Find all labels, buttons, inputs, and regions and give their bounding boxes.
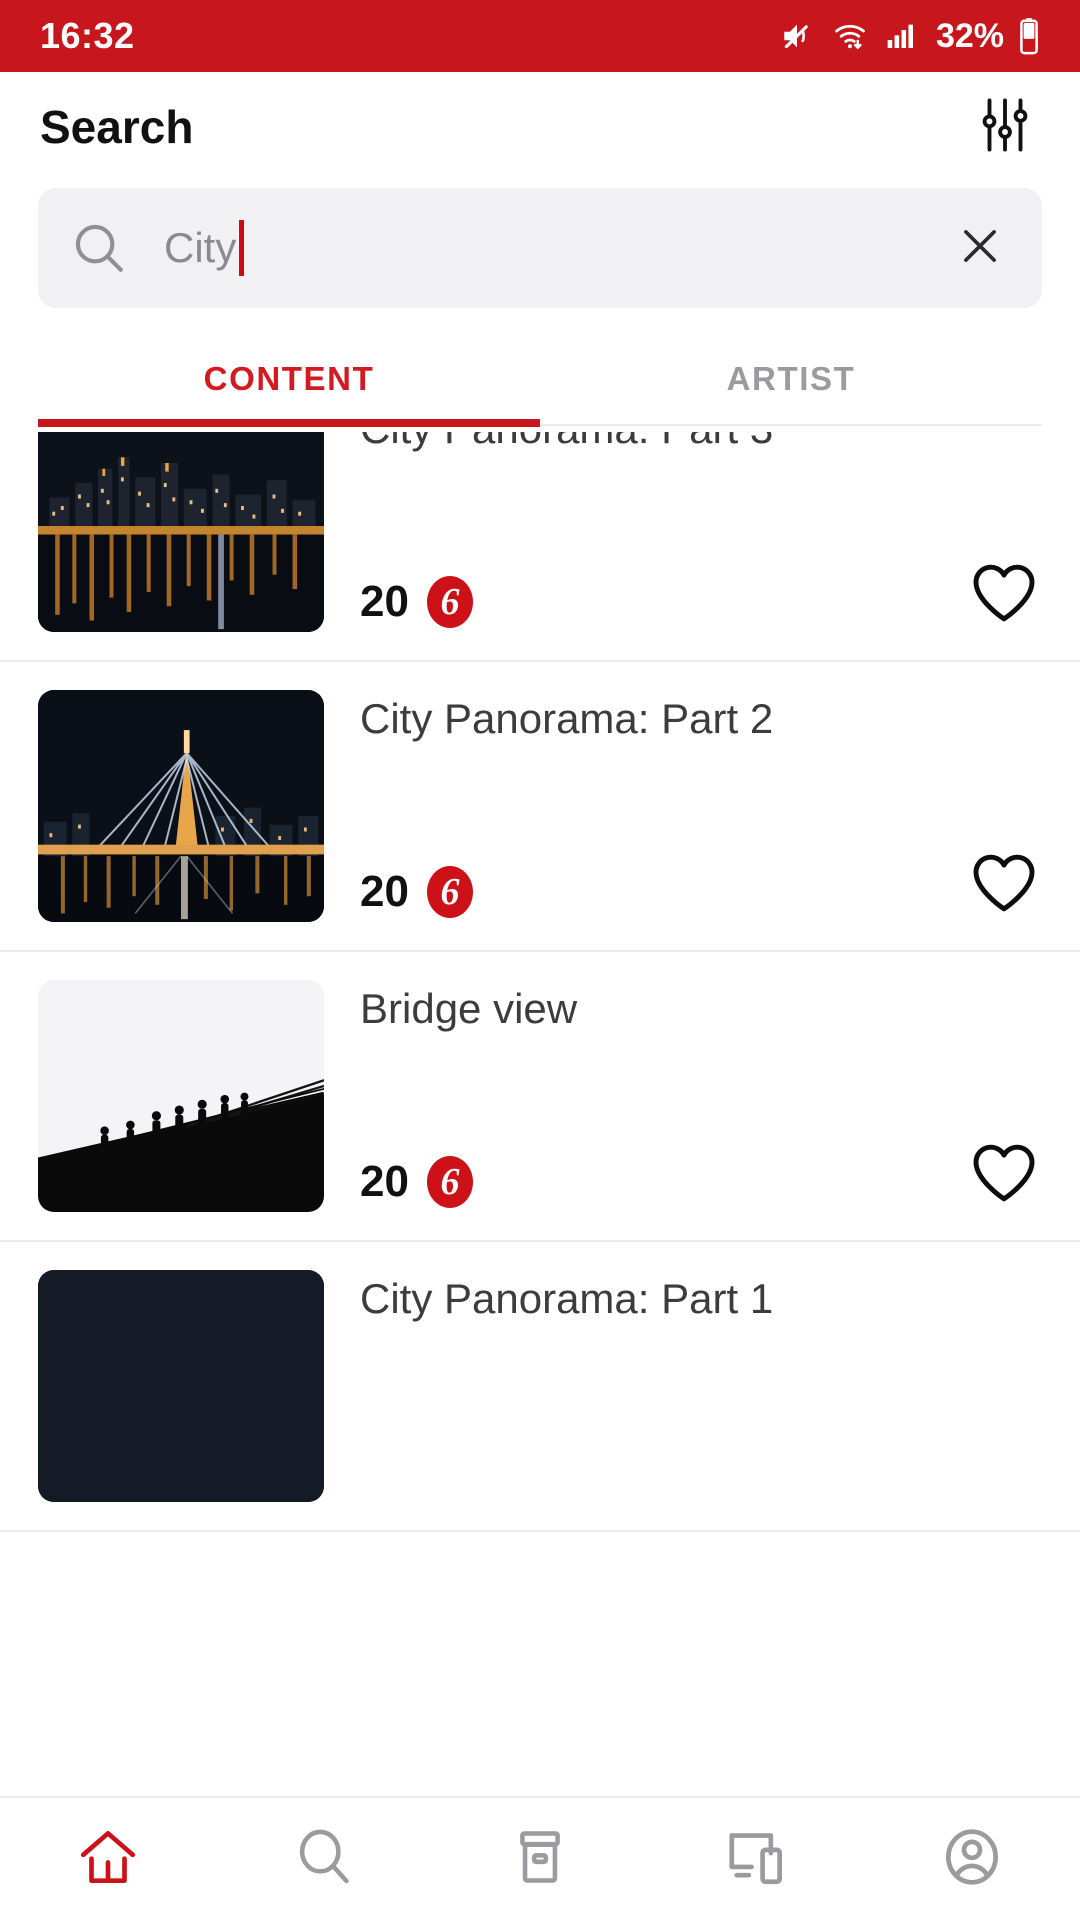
price-value: 20 [360, 867, 409, 916]
status-bar-time: 16:32 [40, 15, 135, 56]
status-bar: 16:32 32% [0, 0, 1080, 72]
search-value-wrap[interactable]: City [164, 188, 950, 308]
devices-icon [723, 1824, 789, 1895]
result-thumbnail[interactable] [38, 1270, 324, 1502]
night-city-skyline-image [38, 432, 324, 632]
favorite-button[interactable] [966, 556, 1042, 632]
close-icon [954, 220, 1006, 277]
result-title: Bridge view [360, 985, 578, 1032]
heart-outline-icon [969, 849, 1039, 920]
search-icon [70, 219, 128, 277]
home-icon [75, 1824, 141, 1895]
account-circle-icon [939, 1824, 1005, 1895]
wifi-icon [830, 19, 870, 53]
table-row[interactable]: City Panorama: Part 1 [0, 1242, 1080, 1532]
nav-item-account[interactable] [864, 1798, 1080, 1920]
coin-icon: 6 [426, 576, 473, 628]
coin-icon: 6 [426, 866, 473, 918]
result-price: 20 6 [360, 1156, 473, 1208]
result-price: 20 6 [360, 866, 473, 918]
favorite-button[interactable] [966, 1136, 1042, 1212]
nav-item-devices[interactable] [648, 1798, 864, 1920]
search-icon [292, 1825, 356, 1894]
heart-outline-icon [969, 1139, 1039, 1210]
result-title: City Panorama: Part 2 [360, 695, 774, 742]
tab-active-indicator [38, 419, 540, 427]
dark-panorama-image [38, 1270, 324, 1502]
search-results-list[interactable]: City Panorama: Part 3 20 6 [0, 432, 1080, 1796]
table-row[interactable]: City Panorama: Part 3 20 6 [0, 432, 1080, 662]
price-value: 20 [360, 577, 409, 626]
mute-icon [778, 19, 816, 53]
favorite-button[interactable] [966, 846, 1042, 922]
night-bridge-image [38, 690, 324, 922]
price-value: 20 [360, 1157, 409, 1206]
result-title: City Panorama: Part 3 [360, 432, 1042, 452]
page-title: Search [40, 101, 194, 153]
sliders-icon [974, 94, 1036, 161]
result-body: City Panorama: Part 2 20 6 [360, 690, 1042, 922]
tab-artist[interactable]: ARTIST [540, 346, 1042, 424]
status-bar-icons: 32% [778, 17, 1040, 56]
bottom-navigation [0, 1796, 1080, 1920]
tab-content[interactable]: CONTENT [38, 346, 540, 424]
battery-percent-label: 32% [935, 16, 1004, 55]
filter-button[interactable] [970, 92, 1040, 162]
nav-item-library[interactable] [432, 1798, 648, 1920]
result-thumbnail[interactable] [38, 690, 324, 922]
signal-icon [884, 20, 918, 52]
search-value: City [164, 224, 237, 271]
result-body: City Panorama: Part 3 20 6 [360, 432, 1042, 632]
table-row[interactable]: Bridge view 20 6 [0, 952, 1080, 1242]
archive-box-icon [508, 1825, 572, 1894]
nav-item-home[interactable] [0, 1798, 216, 1920]
result-title: City Panorama: Part 1 [360, 1275, 774, 1322]
nav-item-search[interactable] [216, 1798, 432, 1920]
search-tabs: CONTENT ARTIST [38, 346, 1042, 427]
result-body: Bridge view 20 6 [360, 980, 1042, 1212]
bridge-silhouette-image [38, 980, 324, 1212]
search-input[interactable]: City [38, 188, 1042, 308]
coin-icon: 6 [426, 1156, 473, 1208]
result-price: 20 6 [360, 576, 473, 628]
search-section: City CONTENT ARTIST [0, 182, 1080, 427]
clear-search-button[interactable] [950, 218, 1010, 278]
result-thumbnail[interactable] [38, 432, 324, 632]
heart-outline-icon [969, 559, 1039, 630]
result-body: City Panorama: Part 1 [360, 1270, 1042, 1502]
result-thumbnail[interactable] [38, 980, 324, 1212]
battery-icon [1018, 17, 1040, 55]
app-bar: Search [0, 72, 1080, 182]
text-cursor [239, 220, 245, 276]
table-row[interactable]: City Panorama: Part 2 20 6 [0, 662, 1080, 952]
